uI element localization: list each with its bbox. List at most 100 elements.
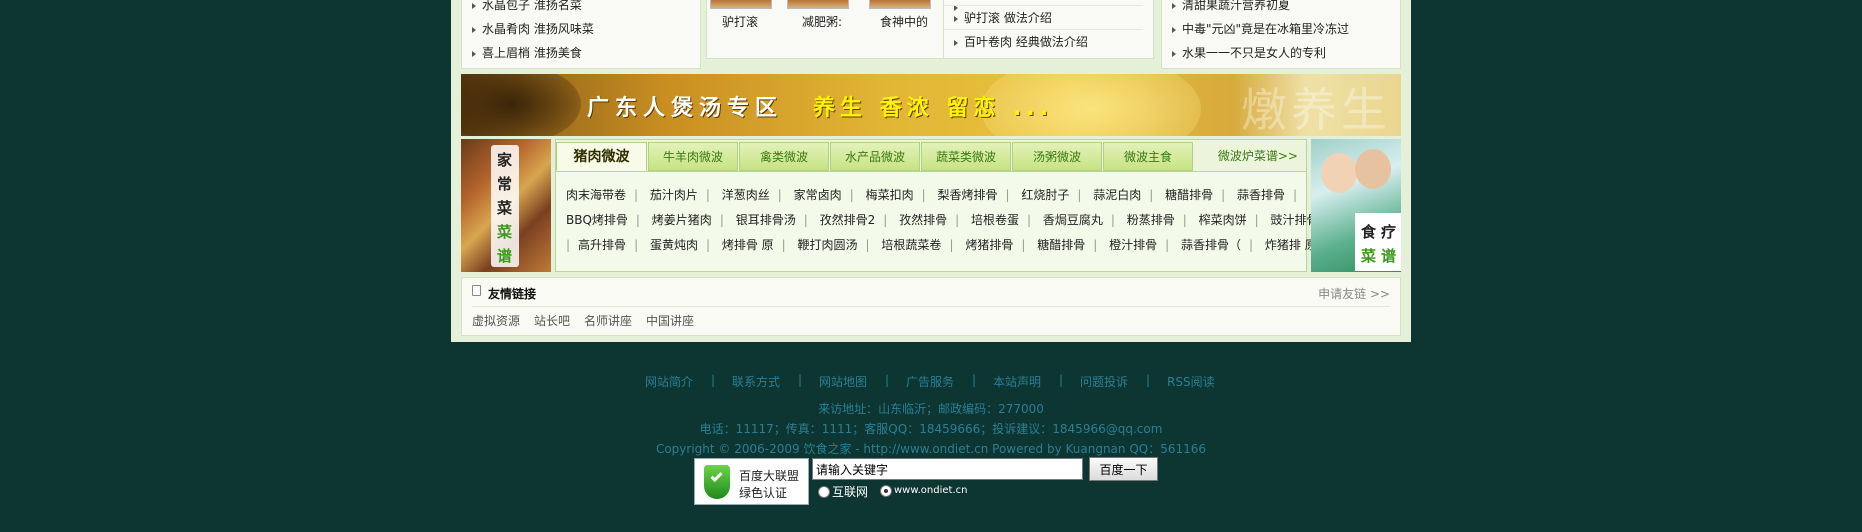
food-thumbnail[interactable] (710, 0, 772, 9)
recipe-link[interactable]: 梅菜扣肉 (866, 185, 914, 205)
tab-seafood[interactable]: 水产品微波 (830, 142, 920, 171)
footer-link-rss[interactable]: RSS阅读 (1167, 373, 1215, 390)
footer-separator: | (1059, 373, 1064, 387)
friend-link[interactable]: 名师讲座 (584, 312, 632, 329)
ad-char: 疗 (1381, 223, 1397, 241)
search-scope-site[interactable]: www.ondiet.cn (880, 483, 967, 499)
separator: | (634, 188, 639, 202)
soup-banner[interactable]: 广东人煲汤专区 养生 香浓 留恋 ... 燉养生 (461, 74, 1401, 136)
list-item[interactable]: 驴打滚 做法介绍 (944, 5, 1143, 29)
recipe-link[interactable]: 榨菜肉饼 (1199, 210, 1247, 230)
tab-pork[interactable]: 猪肉微波 (556, 142, 647, 171)
footer-link-about[interactable]: 网站简介 (645, 373, 693, 390)
thumbnail-caption[interactable]: 驴打滚 (700, 13, 780, 30)
diet-therapy-ad[interactable]: 食 疗 菜 谱 (1311, 139, 1401, 272)
search-input[interactable] (812, 458, 1083, 480)
separator: | (1254, 213, 1259, 227)
thumbnail-caption[interactable]: 减肥粥: (782, 13, 862, 30)
baidu-union-badge[interactable]: 百度大联盟 绿色认证 (694, 458, 809, 505)
footer-link-ads[interactable]: 广告服务 (906, 373, 954, 390)
list-item[interactable]: 水晶包子 淮扬名菜 (462, 0, 700, 17)
list-item[interactable]: 百叶卷肉 经典做法介绍 (944, 29, 1143, 53)
tab-soup[interactable]: 汤粥微波 (1012, 142, 1102, 171)
recipe-link[interactable]: 红烧肘子 (1021, 185, 1069, 205)
recipe-link[interactable]: 糖醋排骨 (1165, 185, 1213, 205)
separator: | (1005, 188, 1010, 202)
ad-char: 菜 (1361, 247, 1377, 265)
recipe-link[interactable]: 银耳排骨汤 (736, 210, 796, 230)
separator: | (803, 213, 808, 227)
separator: | (1293, 188, 1298, 202)
radio-selected-icon[interactable] (880, 484, 892, 497)
recipe-row: BBQ烤排骨 | 烤姜片猪肉 | 银耳排骨汤 | 孜然排骨2 | 孜然排骨 | 培根卷蛋 |… (566, 210, 1327, 230)
recipe-link[interactable]: 橙汁排骨 (1109, 235, 1157, 255)
separator: | (1165, 238, 1170, 252)
recipe-link[interactable]: 培根卷蛋 (971, 210, 1019, 230)
list-item[interactable]: 清甜果蔬汁营养初夏 (1162, 0, 1400, 17)
list-item[interactable]: 中毒"元凶"竟是在冰箱里冷冻过 (1162, 17, 1400, 41)
recipe-link[interactable]: 蛋黄炖肉 (650, 235, 698, 255)
recipe-link[interactable]: 梨香烤排骨 (937, 185, 997, 205)
ad-char: 谱 (1381, 247, 1397, 265)
footer-link-statement[interactable]: 本站声明 (993, 373, 1041, 390)
recipe-link[interactable]: 糖醋排骨 (1037, 235, 1085, 255)
banner-title: 广东人煲汤专区 (587, 96, 784, 121)
footer-link-complaint[interactable]: 问题投诉 (1080, 373, 1128, 390)
list-item[interactable]: 水晶肴肉 淮扬风味菜 (462, 17, 700, 41)
middle-recipe-box: 驴打滚 减肥粥: 食神中的 驴打滚 做法介绍 百叶卷肉 经典做法介绍 (706, 0, 1154, 59)
list-item[interactable]: 水果一一不只是女人的专利 (1162, 41, 1400, 65)
friend-link[interactable]: 站长吧 (534, 312, 570, 329)
footer-copyright: Copyright © 2006-2009 饮食之家 - http://www.… (655, 442, 1207, 456)
recipe-link[interactable]: 蒜香排骨 (1237, 185, 1285, 205)
thumbnail-caption[interactable]: 食神中的 (864, 13, 944, 30)
recipe-link[interactable]: 孜然排骨2 (820, 210, 876, 230)
recipe-link[interactable]: 炸猪排 原 (1265, 235, 1317, 255)
recipe-link[interactable]: 香焗豆腐丸 (1043, 210, 1103, 230)
document-icon (472, 285, 481, 296)
separator: | (955, 213, 960, 227)
apply-link-button[interactable]: 申请友链 >> (1318, 285, 1390, 302)
tab-poultry[interactable]: 禽类微波 (739, 142, 829, 171)
baidu-search-button[interactable]: 百度一下 (1089, 457, 1158, 481)
search-scope-web[interactable]: 互联网 (818, 483, 868, 499)
tab-beef-lamb[interactable]: 牛羊肉微波 (648, 142, 738, 171)
recipe-link[interactable]: 茄汁肉片 (650, 185, 698, 205)
footer-link-contact[interactable]: 联系方式 (732, 373, 780, 390)
recipe-link[interactable]: 烤姜片猪肉 (652, 210, 712, 230)
separator: | (1221, 188, 1226, 202)
recipe-link[interactable]: 粉蒸排骨 (1127, 210, 1175, 230)
radio-icon[interactable] (818, 485, 830, 498)
friend-link[interactable]: 中国讲座 (646, 312, 694, 329)
recipe-link[interactable]: 蒜泥白肉 (1093, 185, 1141, 205)
microwave-recipe-tabs: 猪肉微波 牛羊肉微波 禽类微波 水产品微波 蔬菜类微波 汤粥微波 微波主食 微波… (555, 139, 1319, 272)
recipe-link[interactable]: 肉末海带卷 (566, 185, 626, 205)
friend-links-box: 友情链接 申请友链 >> 虚拟资源 站长吧 名师讲座 中国讲座 (461, 277, 1401, 336)
home-recipe-ad[interactable]: 家 常 菜 菜 谱 (461, 139, 551, 272)
food-thumbnail[interactable] (869, 0, 931, 9)
recipe-link[interactable]: 烤排骨 原 (722, 235, 774, 255)
list-item[interactable]: 喜上眉梢 淮扬美食 (462, 41, 700, 65)
recipe-row: | 高升排骨 | 蛋黄炖肉 | 烤排骨 原 | 鞭打肉圆汤 | 培根蔬菜卷 | 烤猪排骨 | … (566, 235, 1325, 255)
recipe-row: 肉末海带卷 | 茄汁肉片 | 洋葱肉丝 | 家常卤肉 | 梅菜扣肉 | 梨香烤排骨 | 红烧… (566, 185, 1305, 205)
tab-bar: 猪肉微波 牛羊肉微波 禽类微波 水产品微波 蔬菜类微波 汤粥微波 微波主食 微波… (556, 140, 1306, 172)
recipe-link[interactable]: 高升排骨 (578, 235, 626, 255)
separator: | (1027, 213, 1032, 227)
tab-more-link[interactable]: 微波炉菜谱>> (1218, 142, 1298, 171)
shield-icon (704, 465, 730, 499)
tab-vegetable[interactable]: 蔬菜类微波 (921, 142, 1011, 171)
recipe-link[interactable]: 培根蔬菜卷 (881, 235, 941, 255)
recipe-link[interactable]: 家常卤肉 (794, 185, 842, 205)
footer-link-sitemap[interactable]: 网站地图 (819, 373, 867, 390)
ad-char: 谱 (497, 247, 513, 265)
friend-link[interactable]: 虚拟资源 (472, 312, 520, 329)
tab-staple[interactable]: 微波主食 (1103, 142, 1193, 171)
recipe-link[interactable]: 孜然排骨 (899, 210, 947, 230)
recipe-link[interactable]: 鞭打肉圆汤 (798, 235, 858, 255)
recipe-link[interactable]: BBQ烤排骨 (566, 210, 628, 230)
recipe-link[interactable]: 洋葱肉丝 (722, 185, 770, 205)
radio-label: www.ondiet.cn (894, 485, 968, 496)
recipe-link[interactable]: 蒜香排骨（ (1181, 235, 1241, 255)
food-thumbnail[interactable] (787, 0, 849, 9)
ad-char: 家 (497, 151, 513, 169)
recipe-link[interactable]: 烤猪排骨 (965, 235, 1013, 255)
